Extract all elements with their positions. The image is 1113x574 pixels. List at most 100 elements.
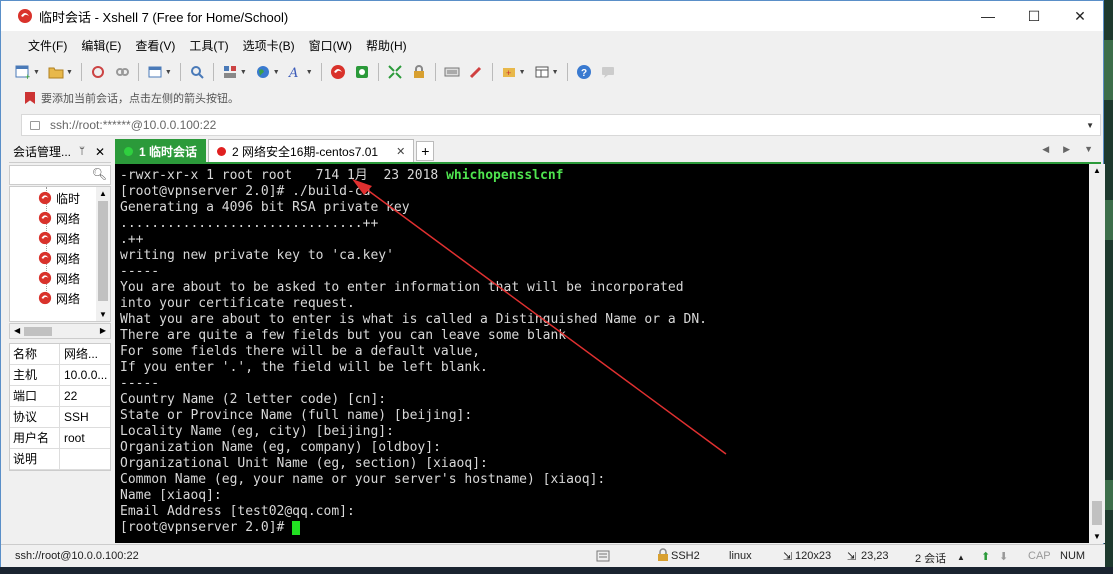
terminal-line: Common Name (eg, your name or your serve… <box>120 472 606 487</box>
keyboard-icon[interactable] <box>443 63 461 81</box>
menu-help[interactable]: 帮助(H) <box>366 37 407 54</box>
minimize-button[interactable]: — <box>965 1 1011 31</box>
window-layout-icon[interactable] <box>533 63 551 81</box>
tab-list-icon[interactable]: ▼ <box>1084 144 1093 155</box>
chevron-down-icon[interactable]: ▼ <box>240 69 247 76</box>
property-key: 协议 <box>10 407 60 427</box>
open-folder-icon[interactable] <box>47 63 65 81</box>
scroll-up-icon[interactable]: ▲ <box>1093 166 1101 175</box>
menu-tab[interactable]: 选项卡(B) <box>243 37 295 54</box>
tab-session-1[interactable]: 1 临时会话 <box>115 139 207 162</box>
toolbar: + ▼ ▼ ▼ ▼ ▼ A ▼ + ▼ ▼ ? <box>11 60 1101 84</box>
terminal-line: For some fields there will be a default … <box>120 344 481 359</box>
address-input[interactable]: ssh://root:******@10.0.0.100:22 <box>50 118 216 132</box>
arrow-down-icon[interactable]: ⬇ <box>999 550 1008 563</box>
property-row: 名称 网络... <box>10 344 110 365</box>
arrow-up-icon[interactable]: ⬆ <box>981 550 990 563</box>
properties-icon[interactable] <box>146 63 164 81</box>
add-tab-button[interactable]: + <box>416 141 435 161</box>
scroll-up-icon[interactable]: ▲ <box>99 189 107 198</box>
bookmark-icon[interactable] <box>25 92 35 104</box>
help-icon[interactable]: ? <box>575 63 593 81</box>
terminal-output[interactable]: -rwxr-xr-x 1 root root 714 1月 23 2018 wh… <box>115 164 1089 543</box>
terminal-line: Country Name (2 letter code) [cn]: <box>120 392 387 407</box>
new-session-icon[interactable]: + <box>14 63 32 81</box>
add-bookmark-icon[interactable]: + <box>500 63 518 81</box>
tab-session-2[interactable]: 2 网络安全16期-centos7.01 ✕ <box>208 139 415 162</box>
tree-scrollbar[interactable]: ▲ ▼ <box>96 187 110 321</box>
tab-prev-icon[interactable]: ◀ <box>1042 144 1049 155</box>
tree-item[interactable]: 网络 <box>38 268 80 288</box>
chevron-down-icon[interactable]: ▼ <box>519 69 526 76</box>
menu-view[interactable]: 查看(V) <box>135 37 175 54</box>
search-icon[interactable]: 🔍︎ <box>92 167 107 181</box>
globe-icon[interactable] <box>254 63 272 81</box>
scroll-down-icon[interactable]: ▼ <box>1093 532 1101 541</box>
property-key: 用户名 <box>10 428 60 448</box>
close-icon[interactable]: ✕ <box>95 145 105 159</box>
xftp-icon[interactable] <box>353 63 371 81</box>
find-icon[interactable] <box>188 63 206 81</box>
transfer-icon[interactable] <box>595 548 611 567</box>
pin-icon[interactable]: ᛘ <box>79 146 85 157</box>
tree-item-label: 网络 <box>56 231 81 246</box>
chevron-down-icon[interactable]: ▼ <box>552 69 559 76</box>
window-controls: — ☐ ✕ <box>965 1 1103 31</box>
chevron-down-icon[interactable]: ▼ <box>273 69 280 76</box>
scroll-thumb[interactable] <box>24 327 52 336</box>
property-row: 端口 22 <box>10 386 110 407</box>
chevron-up-icon[interactable]: ▲ <box>957 553 965 562</box>
menu-window[interactable]: 窗口(W) <box>309 37 352 54</box>
menu-file[interactable]: 文件(F) <box>28 37 67 54</box>
toolbar-divider <box>137 63 139 81</box>
property-row: 说明 <box>10 449 110 470</box>
tree-horizontal-scrollbar[interactable]: ◀ ▶ <box>9 323 111 339</box>
scroll-right-icon[interactable]: ▶ <box>100 326 106 335</box>
xshell-icon[interactable] <box>329 63 347 81</box>
tree-item-label: 网络 <box>56 251 81 266</box>
tree-item[interactable]: 临时 <box>38 188 80 208</box>
xshell-session-icon <box>38 191 52 205</box>
tree-item[interactable]: 网络 <box>38 208 80 228</box>
lock-icon[interactable] <box>410 63 428 81</box>
close-button[interactable]: ✕ <box>1057 1 1103 31</box>
fullscreen-icon[interactable] <box>386 63 404 81</box>
session-search-input[interactable]: 🔍︎ <box>9 165 111 185</box>
property-value: 22 <box>64 389 78 403</box>
session-tree: 临时 网络 网络 网络 网络 网络 ▲ ▼ <box>9 186 111 322</box>
tab-label: 1 临时会话 <box>139 144 198 159</box>
tree-item-label: 网络 <box>56 291 81 306</box>
status-dot-icon <box>217 146 227 156</box>
reconnect-icon[interactable] <box>89 63 107 81</box>
scroll-left-icon[interactable]: ◀ <box>14 326 20 335</box>
tree-item[interactable]: 网络 <box>38 228 80 248</box>
menu-tools[interactable]: 工具(T) <box>189 37 228 54</box>
address-bar[interactable]: ssh://root:******@10.0.0.100:22 ▼ <box>21 114 1101 136</box>
scroll-thumb[interactable] <box>1092 501 1102 525</box>
tree-item[interactable]: 网络 <box>38 288 80 308</box>
terminal-line: -rwxr-xr-x 1 root root 714 1月 23 2018 wh… <box>120 168 564 183</box>
scroll-down-icon[interactable]: ▼ <box>99 310 107 319</box>
status-connection: ssh://root@10.0.0.100:22 <box>15 550 139 562</box>
chevron-down-icon[interactable]: ▼ <box>66 69 73 76</box>
status-size: 120x23 <box>795 550 832 562</box>
terminal-scrollbar[interactable]: ▲ ▼ <box>1089 164 1105 543</box>
title-bar: 临时会话 - Xshell 7 (Free for Home/School) —… <box>1 1 1103 31</box>
script-icon[interactable] <box>467 63 485 81</box>
disconnect-icon[interactable] <box>113 63 131 81</box>
tree-item[interactable]: 网络 <box>38 248 80 268</box>
close-icon[interactable]: ✕ <box>396 145 405 158</box>
chat-icon[interactable] <box>599 63 617 81</box>
chevron-down-icon[interactable]: ▼ <box>165 69 172 76</box>
menu-edit[interactable]: 编辑(E) <box>81 37 121 54</box>
font-icon[interactable]: A <box>287 63 305 81</box>
status-sessions[interactable]: 2 会话 <box>915 550 946 566</box>
scroll-thumb[interactable] <box>98 201 108 301</box>
layout-icon[interactable] <box>221 63 239 81</box>
chevron-down-icon[interactable]: ▼ <box>33 69 40 76</box>
tab-next-icon[interactable]: ▶ <box>1063 144 1070 155</box>
chevron-down-icon[interactable]: ▼ <box>306 69 313 76</box>
chevron-down-icon[interactable]: ▼ <box>1086 121 1094 130</box>
maximize-button[interactable]: ☐ <box>1011 1 1057 31</box>
toolbar-divider <box>434 63 436 81</box>
